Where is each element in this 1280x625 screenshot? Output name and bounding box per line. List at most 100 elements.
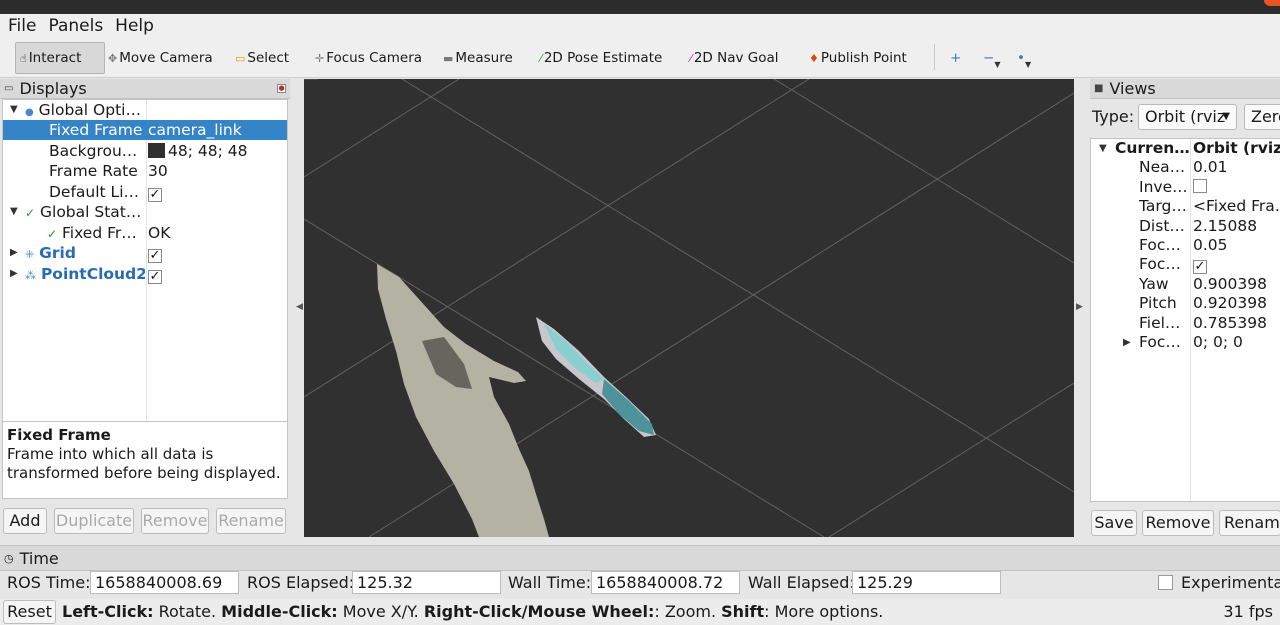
field-of-view-label: Fiel…: [1139, 313, 1181, 332]
target-frame-value[interactable]: <Fixed Fra…: [1193, 197, 1280, 216]
right-click-desc: : Zoom.: [654, 602, 722, 621]
zero-button[interactable]: Zero: [1244, 104, 1280, 130]
right-click-label: Right-Click/Mouse Wheel:: [423, 602, 655, 621]
map-pin-icon: ♦: [809, 51, 819, 65]
view-row-pitch[interactable]: Pitch 0.920398: [1091, 294, 1280, 313]
wall-elapsed-field[interactable]: 125.29: [852, 571, 1001, 594]
reset-button[interactable]: Reset: [3, 600, 56, 624]
nav-goal-tool-button[interactable]: ⁄ 2D Nav Goal: [686, 42, 783, 74]
pitch-value[interactable]: 0.920398: [1193, 294, 1280, 313]
view-row-target-frame[interactable]: Targ… <Fixed Fra…: [1091, 197, 1280, 216]
tree-row-global-options[interactable]: ▼ ● Global Opti…: [3, 100, 287, 120]
move-camera-tool-button[interactable]: ✥ Move Camera: [104, 42, 217, 74]
view-row-yaw[interactable]: Yaw 0.900398: [1091, 275, 1280, 294]
publish-point-tool-button[interactable]: ♦ Publish Point: [805, 42, 911, 74]
grid-icon: ⁜: [25, 248, 35, 261]
near-clip-value[interactable]: 0.01: [1193, 158, 1280, 177]
focal-shape-fixed-checkbox[interactable]: ✓: [1193, 260, 1207, 275]
collapsed-arrow-icon[interactable]: ▶: [10, 264, 18, 284]
background-color-value[interactable]: 48; 48; 48: [168, 142, 247, 160]
collapsed-arrow-icon[interactable]: ▶: [1123, 333, 1131, 352]
pose-estimate-tool-button[interactable]: ⁄ 2D Pose Estimate: [536, 42, 666, 74]
fixed-frame-value[interactable]: camera_link: [148, 120, 242, 140]
toolbar-separator: [934, 44, 935, 70]
current-view-label: Curren…: [1115, 139, 1189, 157]
window-titlebar: [0, 0, 1280, 14]
add-display-button[interactable]: Add: [3, 508, 47, 534]
pointcloud-shadow: [602, 379, 654, 435]
tree-row-fixed-frame[interactable]: Fixed Frame camera_link: [3, 120, 287, 140]
tree-row-background[interactable]: Backgrou… 48; 48; 48: [3, 141, 287, 161]
3d-render-viewport[interactable]: [304, 79, 1074, 537]
menu-file[interactable]: File: [8, 16, 36, 36]
default-light-checkbox[interactable]: ✓: [148, 187, 162, 202]
expand-arrow-icon[interactable]: ▼: [1099, 139, 1107, 158]
pink-arrow-icon: ⁄: [690, 51, 692, 65]
focal-shape-size-value[interactable]: 0.05: [1193, 236, 1280, 255]
measure-tool-button[interactable]: ▬ Measure: [439, 42, 517, 74]
add-tool-icon[interactable]: +: [946, 42, 965, 74]
displays-panel: ▭ Displays ● ▼ ● Global Opti… Fixed Fram…: [0, 79, 290, 539]
expand-arrow-icon[interactable]: ▼: [10, 202, 18, 222]
remove-tool-icon[interactable]: − ▼: [979, 42, 1004, 74]
view-row-invert-z[interactable]: Inve…: [1091, 178, 1280, 197]
menu-panels[interactable]: Panels: [48, 16, 103, 36]
measure-label: Measure: [455, 50, 513, 66]
tree-row-grid[interactable]: ▶ ⁜ Grid ✓: [3, 243, 287, 263]
frame-rate-value[interactable]: 30: [148, 161, 168, 181]
field-of-view-value[interactable]: 0.785398: [1193, 314, 1280, 333]
target-frame-label: Targ…: [1139, 197, 1187, 216]
tree-row-pointcloud2[interactable]: ▶ ⁂ PointCloud2 ✓: [3, 264, 287, 284]
expand-arrow-icon[interactable]: ▼: [10, 100, 18, 120]
menu-help[interactable]: Help: [115, 16, 154, 36]
close-window-icon[interactable]: [1264, 0, 1280, 6]
view-row-distance[interactable]: Dist… 2.15088: [1091, 217, 1280, 236]
experimental-checkbox[interactable]: [1158, 575, 1173, 590]
background-color-label: Backgrou…: [49, 141, 138, 160]
collapse-left-arrow-icon[interactable]: ◀: [296, 302, 303, 312]
focus-camera-tool-button[interactable]: ✛ Focus Camera: [311, 42, 426, 74]
tree-row-frame-rate[interactable]: Frame Rate 30: [3, 161, 287, 181]
interact-tool-button[interactable]: ☝ Interact: [15, 42, 105, 74]
menu-bar: File Panels Help: [0, 14, 1280, 38]
view-row-field-of-view[interactable]: Fiel… 0.785398: [1091, 314, 1280, 333]
pointcloud-enabled-checkbox[interactable]: ✓: [148, 269, 162, 284]
tree-row-default-light[interactable]: Default Li… ✓: [3, 182, 287, 202]
rename-display-button[interactable]: Rename: [216, 508, 286, 534]
select-tool-button[interactable]: ▭ Select: [231, 42, 293, 74]
displays-panel-header: ▭ Displays ●: [0, 79, 290, 99]
yaw-value[interactable]: 0.900398: [1193, 275, 1280, 294]
view-row-focal-shape-fixed[interactable]: Foc… ✓: [1091, 255, 1280, 275]
view-row-near-clip[interactable]: Nea… 0.01: [1091, 158, 1280, 177]
global-options-label: Global Opti…: [38, 101, 141, 119]
remove-display-button[interactable]: Remove: [141, 508, 209, 534]
duplicate-display-button[interactable]: Duplicate: [54, 508, 134, 534]
ros-time-field[interactable]: 1658840008.69: [90, 571, 239, 594]
save-view-button[interactable]: Save: [1091, 510, 1137, 536]
focal-point-value[interactable]: 0; 0; 0: [1193, 333, 1280, 352]
description-text: Frame into which all data is transformed…: [7, 445, 281, 482]
tree-row-global-status[interactable]: ▼ ✓ Global Stat…: [3, 202, 287, 222]
distance-value[interactable]: 2.15088: [1193, 217, 1280, 236]
wall-time-field[interactable]: 1658840008.72: [591, 571, 740, 594]
collapse-right-arrow-icon[interactable]: ▶: [1076, 302, 1083, 312]
view-row-current[interactable]: ▼ Curren… Orbit (rviz): [1091, 139, 1280, 158]
color-swatch[interactable]: [148, 142, 165, 158]
remove-view-button[interactable]: Remove: [1142, 510, 1214, 536]
tool-properties-icon[interactable]: • ▼: [1013, 42, 1035, 74]
view-row-focal-shape-size[interactable]: Foc… 0.05: [1091, 236, 1280, 255]
ros-elapsed-field[interactable]: 125.32: [352, 571, 501, 594]
collapsed-arrow-icon[interactable]: ▶: [10, 243, 18, 263]
tree-row-fixed-frame-status[interactable]: ✓ Fixed Fr… OK: [3, 223, 287, 243]
invert-z-checkbox[interactable]: [1193, 178, 1207, 193]
grid-enabled-checkbox[interactable]: ✓: [148, 249, 162, 263]
view-type-select[interactable]: Orbit (rviz ▼: [1138, 104, 1237, 130]
status-bar: Reset Left-Click: Rotate. Middle-Click: …: [0, 599, 1280, 625]
global-status-label: Global Stat…: [40, 203, 142, 221]
rename-view-button[interactable]: Rename: [1219, 510, 1280, 536]
view-type-label: Type:: [1092, 107, 1135, 126]
view-row-focal-point[interactable]: ▶ Foc… 0; 0; 0: [1091, 333, 1280, 352]
3d-scene: [304, 79, 1074, 537]
close-panel-icon[interactable]: ●: [277, 84, 286, 93]
time-title: Time: [19, 548, 59, 568]
